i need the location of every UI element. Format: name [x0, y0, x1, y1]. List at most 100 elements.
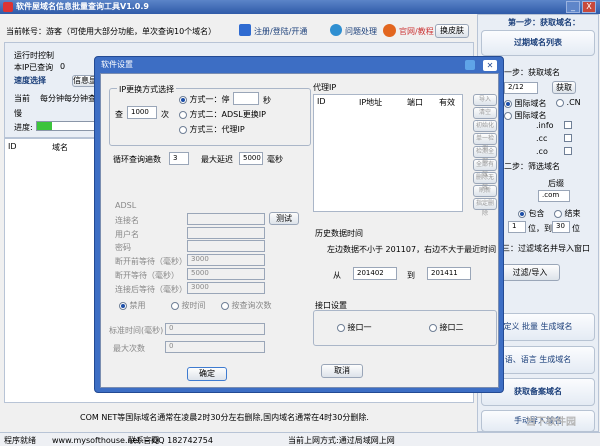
connection-name-select[interactable]	[187, 213, 265, 225]
info-checkbox[interactable]	[564, 121, 572, 129]
password-input[interactable]	[187, 240, 265, 252]
history-from-input[interactable]: 201402	[353, 267, 397, 280]
max-delay-input[interactable]: 5000	[239, 152, 263, 165]
end-option[interactable]: 结束	[554, 208, 581, 219]
column-id[interactable]: ID	[8, 142, 17, 151]
end-label: 结束	[564, 209, 581, 218]
proxy-action-button[interactable]: 初始化	[473, 120, 497, 132]
disable-label: 禁用	[129, 301, 146, 310]
port1-radio[interactable]	[337, 323, 345, 332]
port2-radio[interactable]	[429, 323, 437, 332]
include-option[interactable]: 包含	[518, 208, 545, 219]
user-icon	[239, 24, 251, 36]
by-count-radio[interactable]	[221, 301, 229, 310]
test-button[interactable]: 测试	[269, 212, 299, 225]
minimize-button[interactable]: _	[566, 1, 580, 13]
column-domain[interactable]: 域名	[52, 142, 68, 153]
intl-option[interactable]: 国际域名	[504, 98, 547, 109]
loop-count-select[interactable]: 3	[169, 152, 189, 165]
mode3-radio[interactable]	[179, 125, 187, 134]
proxy-action-button[interactable]: 刷新	[473, 185, 497, 197]
co-suffix: .co	[536, 147, 548, 156]
cn-option[interactable]: .CN	[556, 98, 581, 107]
wait-after-input[interactable]: 3000	[187, 282, 265, 294]
port1-option[interactable]: 接口一	[337, 322, 372, 333]
mode3-option[interactable]: 方式三：代理IP	[179, 124, 245, 135]
by-time-option[interactable]: 按时间	[171, 300, 206, 311]
suffix-label: 后缀	[548, 179, 564, 188]
max-delay-label: 最大延迟	[201, 155, 233, 164]
proxy-list[interactable]	[313, 94, 463, 212]
co-checkbox[interactable]	[564, 147, 572, 155]
help-icon	[330, 24, 342, 36]
position-to-label: 位，到	[528, 224, 552, 233]
expired-domains-tab[interactable]: 过期域名列表	[481, 30, 595, 56]
mode2-option[interactable]: 方式二：ADSL更换IP	[179, 109, 266, 120]
mode1-option[interactable]: 方式一：停	[179, 94, 230, 105]
progress-bar	[36, 121, 96, 131]
cc-checkbox[interactable]	[564, 134, 572, 142]
dialog-close-button[interactable]: ✕	[483, 60, 497, 71]
ok-button[interactable]: 确定	[187, 367, 227, 381]
by-time-radio[interactable]	[171, 301, 179, 310]
skin-button[interactable]: 换皮肤	[435, 24, 469, 38]
proxy-action-button[interactable]: 指定删除	[473, 198, 497, 217]
max-delay-unit: 毫秒	[267, 155, 283, 164]
suffix-select[interactable]: .com	[538, 190, 570, 202]
dialog-title: 软件设置	[101, 60, 133, 69]
settings-dialog: 软件设置 ✕ IP更换方式选择 查 1000 次 方式一：停 秒 方式二：ADS…	[94, 56, 504, 393]
website-link[interactable]: 官网/教程	[399, 26, 434, 37]
history-group-title: 历史数据时间	[315, 229, 363, 238]
proxy-action-button[interactable]: 导入	[473, 94, 497, 106]
mode1-seconds-input[interactable]	[233, 92, 259, 105]
cn-option-label: .CN	[566, 98, 581, 107]
proxy-action-button[interactable]: 检测全部	[473, 146, 497, 165]
info-suffix: .info	[536, 121, 554, 130]
mode2-label: 方式二：ADSL更换IP	[189, 110, 266, 119]
proxy-action-button[interactable]: 删除无效	[473, 172, 497, 191]
mode1-radio[interactable]	[179, 95, 187, 104]
username-input[interactable]	[187, 227, 265, 239]
speed-label: 速度选择	[14, 76, 46, 85]
ready-status: 程序就绪	[4, 436, 36, 445]
by-count-label: 按查询次数	[231, 301, 272, 310]
password-label: 密码	[115, 243, 131, 252]
wait-disconnect-input[interactable]: 5000	[187, 268, 265, 280]
history-to-input[interactable]: 201411	[427, 267, 471, 280]
proxy-action-button[interactable]: 全部有效	[473, 159, 497, 178]
port2-option[interactable]: 接口二	[429, 322, 464, 333]
username-label: 用户名	[115, 230, 139, 239]
wait-before-input[interactable]: 3000	[187, 254, 265, 266]
close-button[interactable]: X	[582, 1, 596, 13]
play-icon	[383, 24, 396, 37]
ip-query-label: 本IP已查询	[14, 63, 54, 72]
intl-option-label: 国际域名	[514, 99, 547, 108]
login-link[interactable]: 注册/登陆/开通	[254, 26, 307, 37]
cancel-button[interactable]: 取消	[321, 364, 363, 378]
min-length-input[interactable]: 1	[508, 221, 526, 233]
by-count-option[interactable]: 按查询次数	[221, 300, 272, 311]
max-count-input[interactable]: 0	[165, 341, 265, 353]
port2-label: 接口二	[439, 323, 464, 332]
include-label: 包含	[528, 209, 545, 218]
std-time-input[interactable]: 0	[165, 323, 265, 335]
current-label: 当前	[14, 94, 30, 103]
history-from-label: 从	[333, 271, 341, 280]
proxy-action-button[interactable]: 单一检测	[473, 133, 497, 152]
intl2-option-label: 国际域名	[514, 111, 547, 120]
faq-link[interactable]: 问题处理	[345, 26, 377, 37]
network-status: 当前上网方式:通过局域网上网	[288, 436, 395, 445]
disable-option[interactable]: 禁用	[119, 300, 146, 311]
mode2-radio[interactable]	[179, 110, 187, 119]
filter-import-button[interactable]: 过滤/导入	[500, 264, 560, 281]
port1-label: 接口一	[347, 323, 372, 332]
max-length-input[interactable]: 30	[552, 221, 570, 233]
disable-radio[interactable]	[119, 301, 127, 310]
query-count-input[interactable]: 1000	[127, 106, 157, 119]
intl2-option[interactable]: 国际域名	[504, 110, 547, 121]
std-time-label: 标准时间(毫秒)	[109, 326, 164, 335]
proxy-action-button[interactable]: 清空	[473, 107, 497, 119]
date-select[interactable]: 2/12	[504, 82, 538, 94]
step3-label: 三：过滤域名并导入窗口	[502, 244, 590, 253]
fetch-button[interactable]: 获取	[552, 81, 576, 94]
